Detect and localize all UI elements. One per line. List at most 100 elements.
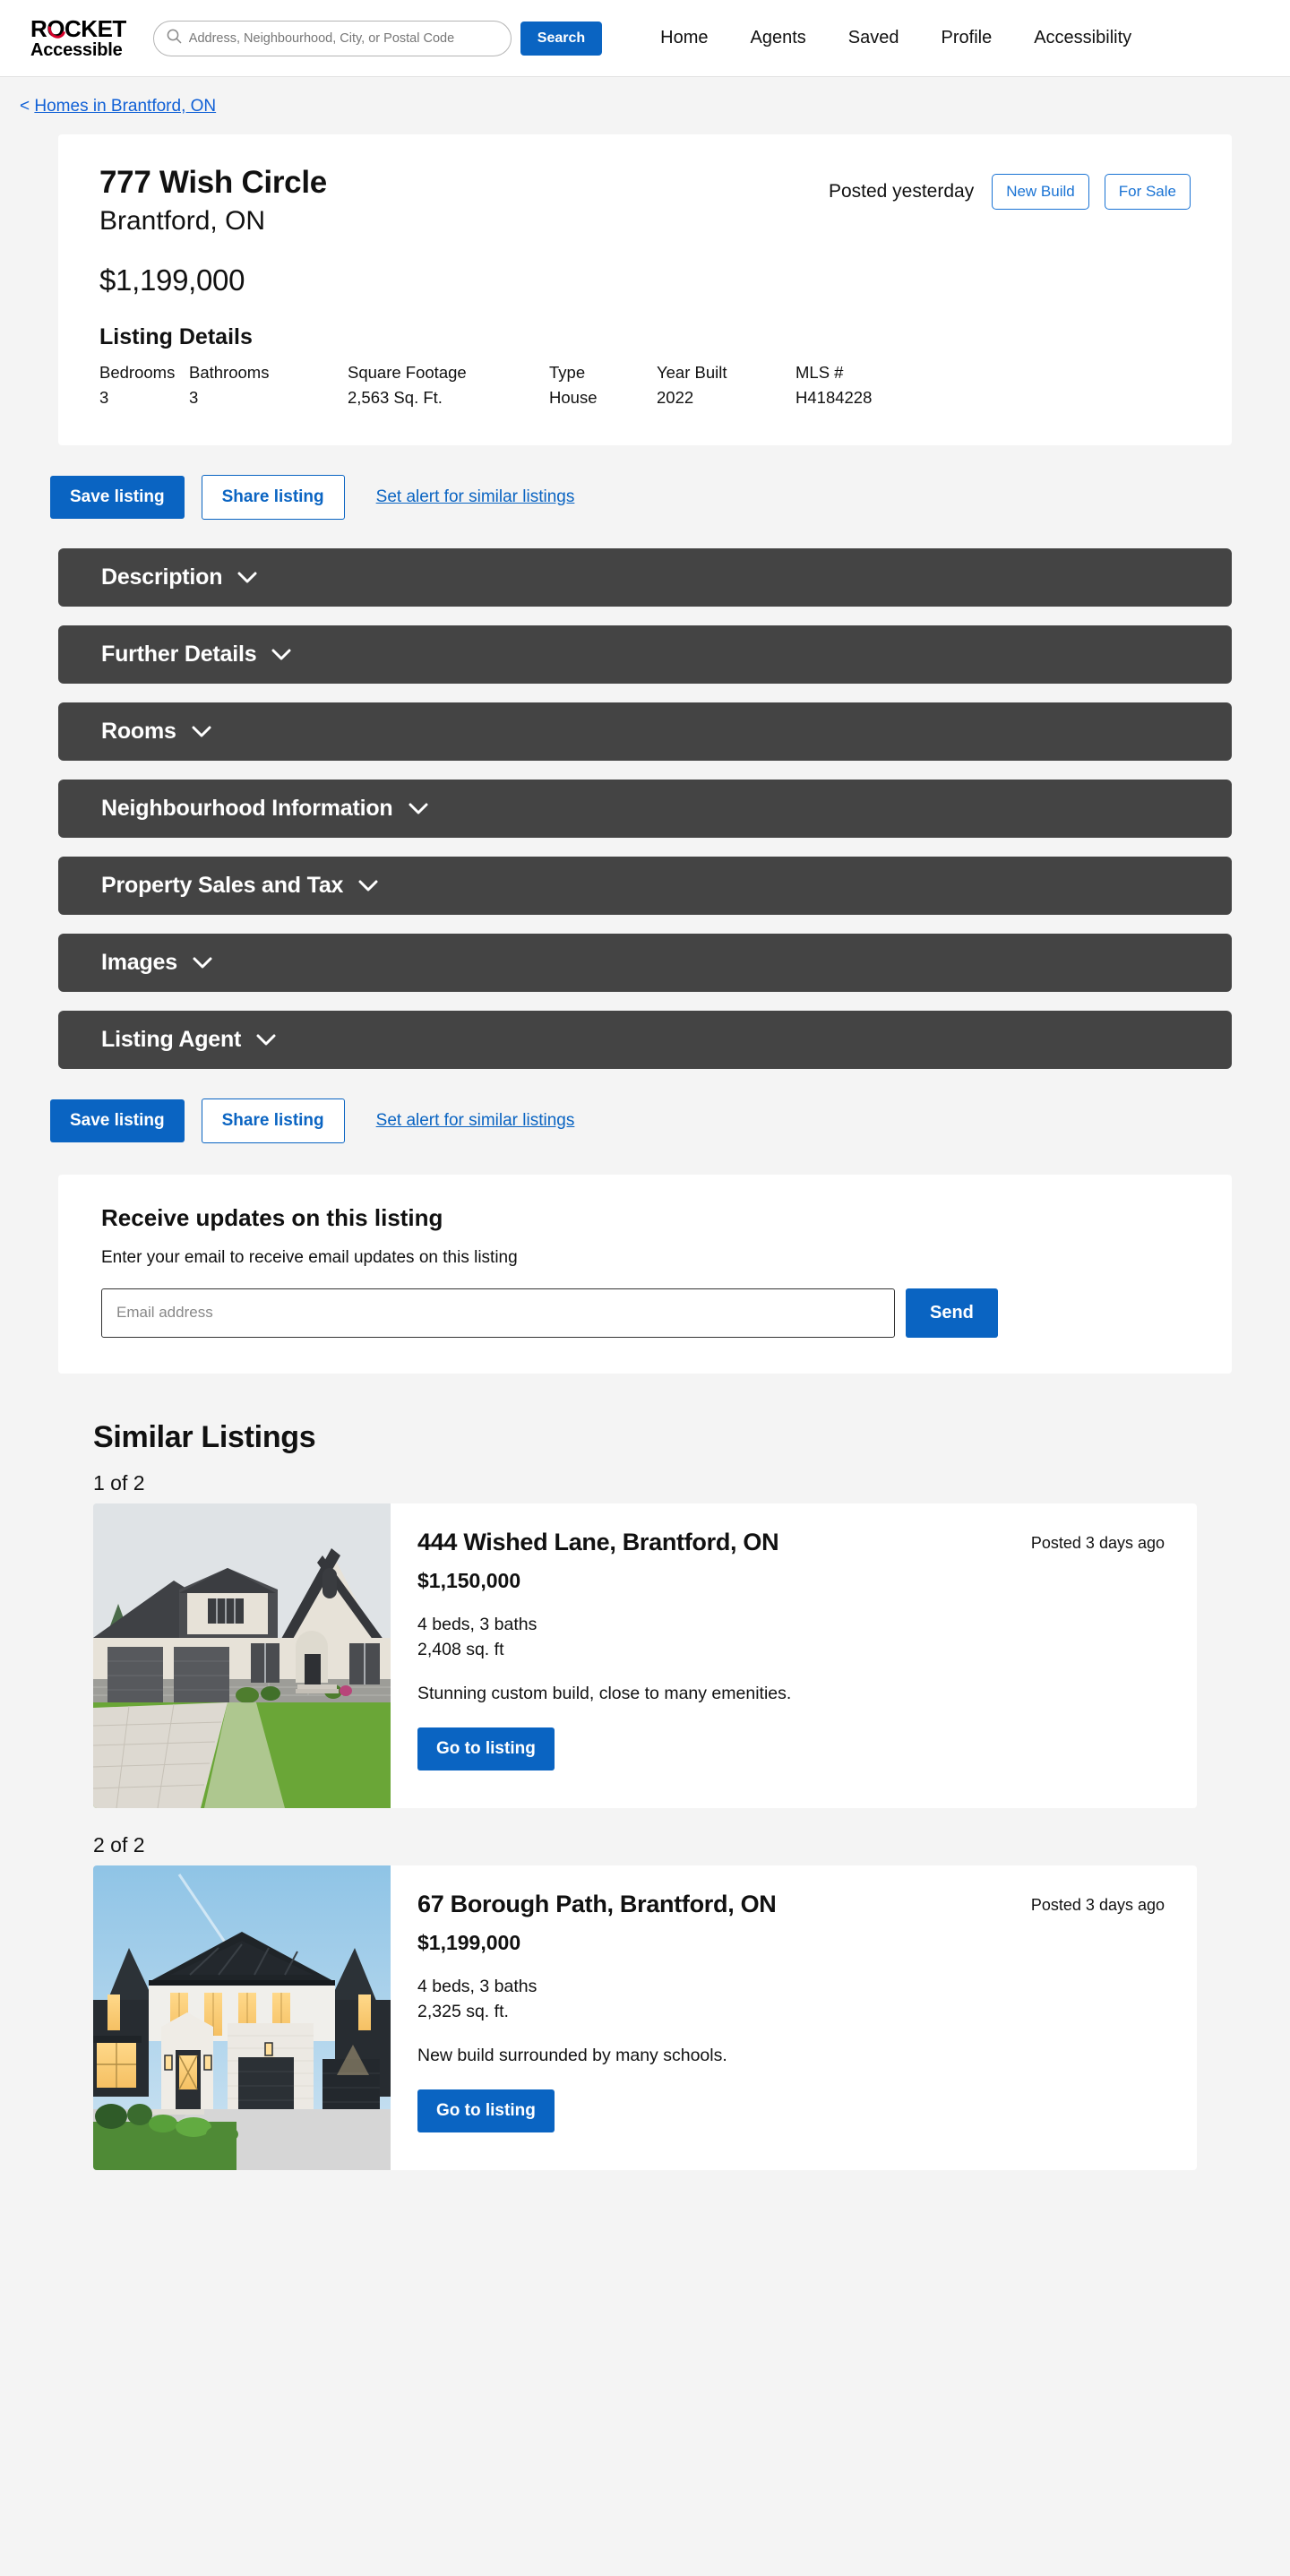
- breadcrumb: < Homes in Brantford, ON: [0, 77, 1290, 134]
- site-header: ROCKET Accessible Search Home Agents Sav…: [0, 0, 1290, 77]
- go-to-listing-button-1[interactable]: Go to listing: [417, 1727, 555, 1771]
- detail-value: H4184228: [796, 388, 873, 408]
- similar-listing-description-1: Stunning custom build, close to many eme…: [417, 1684, 792, 1704]
- similar-listing-posted-1: Posted 3 days ago: [1030, 1533, 1165, 1552]
- chevron-down-icon: [255, 1033, 277, 1047]
- similar-listing-specs-1: 4 beds, 3 baths 2,408 sq. ft: [417, 1612, 1165, 1663]
- chevron-down-icon: [408, 802, 429, 815]
- receive-updates-subtitle: Enter your email to receive email update…: [101, 1247, 518, 1267]
- logo-wordmark-bottom: Accessible: [30, 40, 123, 60]
- chevron-down-icon: [357, 879, 379, 892]
- detail-mls-number: MLS # H4184228: [796, 360, 872, 411]
- accordion-label: Listing Agent: [101, 1026, 242, 1052]
- breadcrumb-back-chevron: <: [20, 97, 30, 116]
- similar-listing-head-2: 67 Borough Path, Brantford, ON Posted 3 …: [417, 1891, 1165, 1918]
- search-box[interactable]: [152, 20, 512, 56]
- share-listing-button-bottom[interactable]: Share listing: [201, 1098, 345, 1143]
- nav-item-saved[interactable]: Saved: [848, 28, 899, 48]
- nav-item-agents[interactable]: Agents: [751, 28, 806, 48]
- detail-value: 2,563 Sq. Ft.: [348, 388, 443, 408]
- similar-listing-counter-2: 2 of 2: [93, 1832, 145, 1857]
- status-badge-for-sale[interactable]: For Sale: [1104, 174, 1191, 210]
- accordion-further-details[interactable]: Further Details: [58, 625, 1232, 684]
- status-badge-new-build[interactable]: New Build: [992, 174, 1089, 210]
- rocket-accessible-logo[interactable]: ROCKET Accessible: [30, 17, 153, 59]
- similar-listing-address-1[interactable]: 444 Wished Lane, Brantford, ON: [417, 1529, 779, 1556]
- accordion-label: Description: [101, 564, 223, 590]
- similar-listing-address-2[interactable]: 67 Borough Path, Brantford, ON: [417, 1891, 777, 1918]
- similar-listing-specs-2: 4 beds, 3 baths 2,325 sq. ft.: [417, 1974, 1165, 2025]
- search-icon: [167, 29, 182, 48]
- similar-listing-card-1: 444 Wished Lane, Brantford, ON Posted 3 …: [93, 1503, 1197, 1808]
- set-alert-link[interactable]: Set alert for similar listings: [376, 487, 575, 507]
- detail-value: 3: [99, 388, 109, 408]
- listing-details-grid: Bedrooms 3 Bathrooms 3 Square Footage 2,…: [99, 360, 1191, 411]
- search-button[interactable]: Search: [520, 21, 603, 56]
- detail-bathrooms: Bathrooms 3: [189, 360, 348, 411]
- listing-details-heading: Listing Details: [99, 323, 253, 349]
- accordion-label: Further Details: [101, 641, 257, 667]
- property-photo-1[interactable]: [93, 1503, 391, 1808]
- detail-label: Square Footage: [348, 362, 467, 382]
- nav-item-home[interactable]: Home: [660, 28, 708, 48]
- detail-label: Type: [549, 362, 586, 382]
- listing-city: Brantford, ON: [99, 205, 266, 236]
- email-field[interactable]: [101, 1288, 895, 1338]
- email-form-row: Send: [101, 1288, 1189, 1338]
- save-listing-button-bottom[interactable]: Save listing: [50, 1098, 185, 1142]
- receive-updates-card: Receive updates on this listing Enter yo…: [58, 1174, 1232, 1374]
- logo-wordmark-top: ROCKET: [30, 17, 126, 40]
- logo-text-rocket: ROCKET: [30, 15, 126, 42]
- similar-listing-head-1: 444 Wished Lane, Brantford, ON Posted 3 …: [417, 1529, 1165, 1556]
- similar-listing-counter-1: 1 of 2: [93, 1470, 145, 1495]
- breadcrumb-link-homes-in-brantford[interactable]: Homes in Brantford, ON: [34, 97, 216, 116]
- search-area: Search: [152, 20, 603, 56]
- set-alert-link-bottom[interactable]: Set alert for similar listings: [376, 1111, 575, 1131]
- detail-year-built: Year Built 2022: [657, 360, 796, 411]
- accordion-neighbourhood-information[interactable]: Neighbourhood Information: [58, 779, 1232, 838]
- save-listing-button[interactable]: Save listing: [50, 475, 185, 519]
- detail-bedrooms: Bedrooms 3: [99, 360, 189, 411]
- chevron-down-icon: [191, 725, 212, 738]
- detail-square-footage: Square Footage 2,563 Sq. Ft.: [348, 360, 549, 411]
- similar-listing-posted-2: Posted 3 days ago: [1030, 1895, 1165, 1914]
- detail-label: Year Built: [657, 362, 727, 382]
- detail-label: MLS #: [796, 362, 844, 382]
- detail-label: Bedrooms: [99, 362, 176, 382]
- detail-label: Bathrooms: [189, 362, 270, 382]
- accordion-rooms[interactable]: Rooms: [58, 702, 1232, 761]
- send-button[interactable]: Send: [906, 1288, 998, 1338]
- listing-price: $1,199,000: [99, 263, 245, 297]
- go-to-listing-button-2[interactable]: Go to listing: [417, 2089, 555, 2133]
- page-body: < Homes in Brantford, ON 777 Wish Circle…: [0, 77, 1290, 2206]
- nav-item-accessibility[interactable]: Accessibility: [1034, 28, 1131, 48]
- two-storey-stucco-house-photo: [93, 1503, 391, 1808]
- modern-dark-farmhouse-render: [93, 1865, 391, 2170]
- nav-item-profile[interactable]: Profile: [942, 28, 993, 48]
- similar-listing-sqft-2: 2,325 sq. ft.: [417, 2002, 509, 2022]
- search-input[interactable]: [188, 30, 498, 46]
- similar-listings-heading: Similar Listings: [93, 1419, 316, 1454]
- listing-address-block: 777 Wish Circle Brantford, ON: [99, 165, 327, 237]
- property-photo-2[interactable]: [93, 1865, 391, 2170]
- listing-summary-card: 777 Wish Circle Brantford, ON Posted yes…: [58, 134, 1232, 445]
- accordion-listing-agent[interactable]: Listing Agent: [58, 1010, 1232, 1069]
- accordion-images[interactable]: Images: [58, 933, 1232, 992]
- accordion-label: Images: [101, 949, 177, 975]
- similar-listing-body-2: 67 Borough Path, Brantford, ON Posted 3 …: [391, 1865, 1197, 2170]
- chevron-down-icon: [271, 648, 292, 661]
- share-listing-button[interactable]: Share listing: [201, 474, 345, 520]
- accordion-description[interactable]: Description: [58, 547, 1232, 607]
- listing-header-row: 777 Wish Circle Brantford, ON Posted yes…: [99, 165, 1191, 237]
- similar-listing-beds-baths-2: 4 beds, 3 baths: [417, 1976, 538, 1996]
- similar-listing-sqft-1: 2,408 sq. ft: [417, 1640, 504, 1660]
- accordion-property-sales-and-tax[interactable]: Property Sales and Tax: [58, 856, 1232, 915]
- accordion-list: Description Further Details Rooms Neighb…: [0, 547, 1290, 1069]
- detail-value: 3: [189, 388, 199, 408]
- detail-value: 2022: [657, 388, 694, 408]
- chevron-down-icon: [236, 571, 258, 584]
- detail-value: House: [549, 388, 598, 408]
- similar-listing-price-2: $1,199,000: [417, 1930, 521, 1954]
- main-nav: Home Agents Saved Profile Accessibility: [660, 28, 1131, 48]
- detail-type: Type House: [549, 360, 657, 411]
